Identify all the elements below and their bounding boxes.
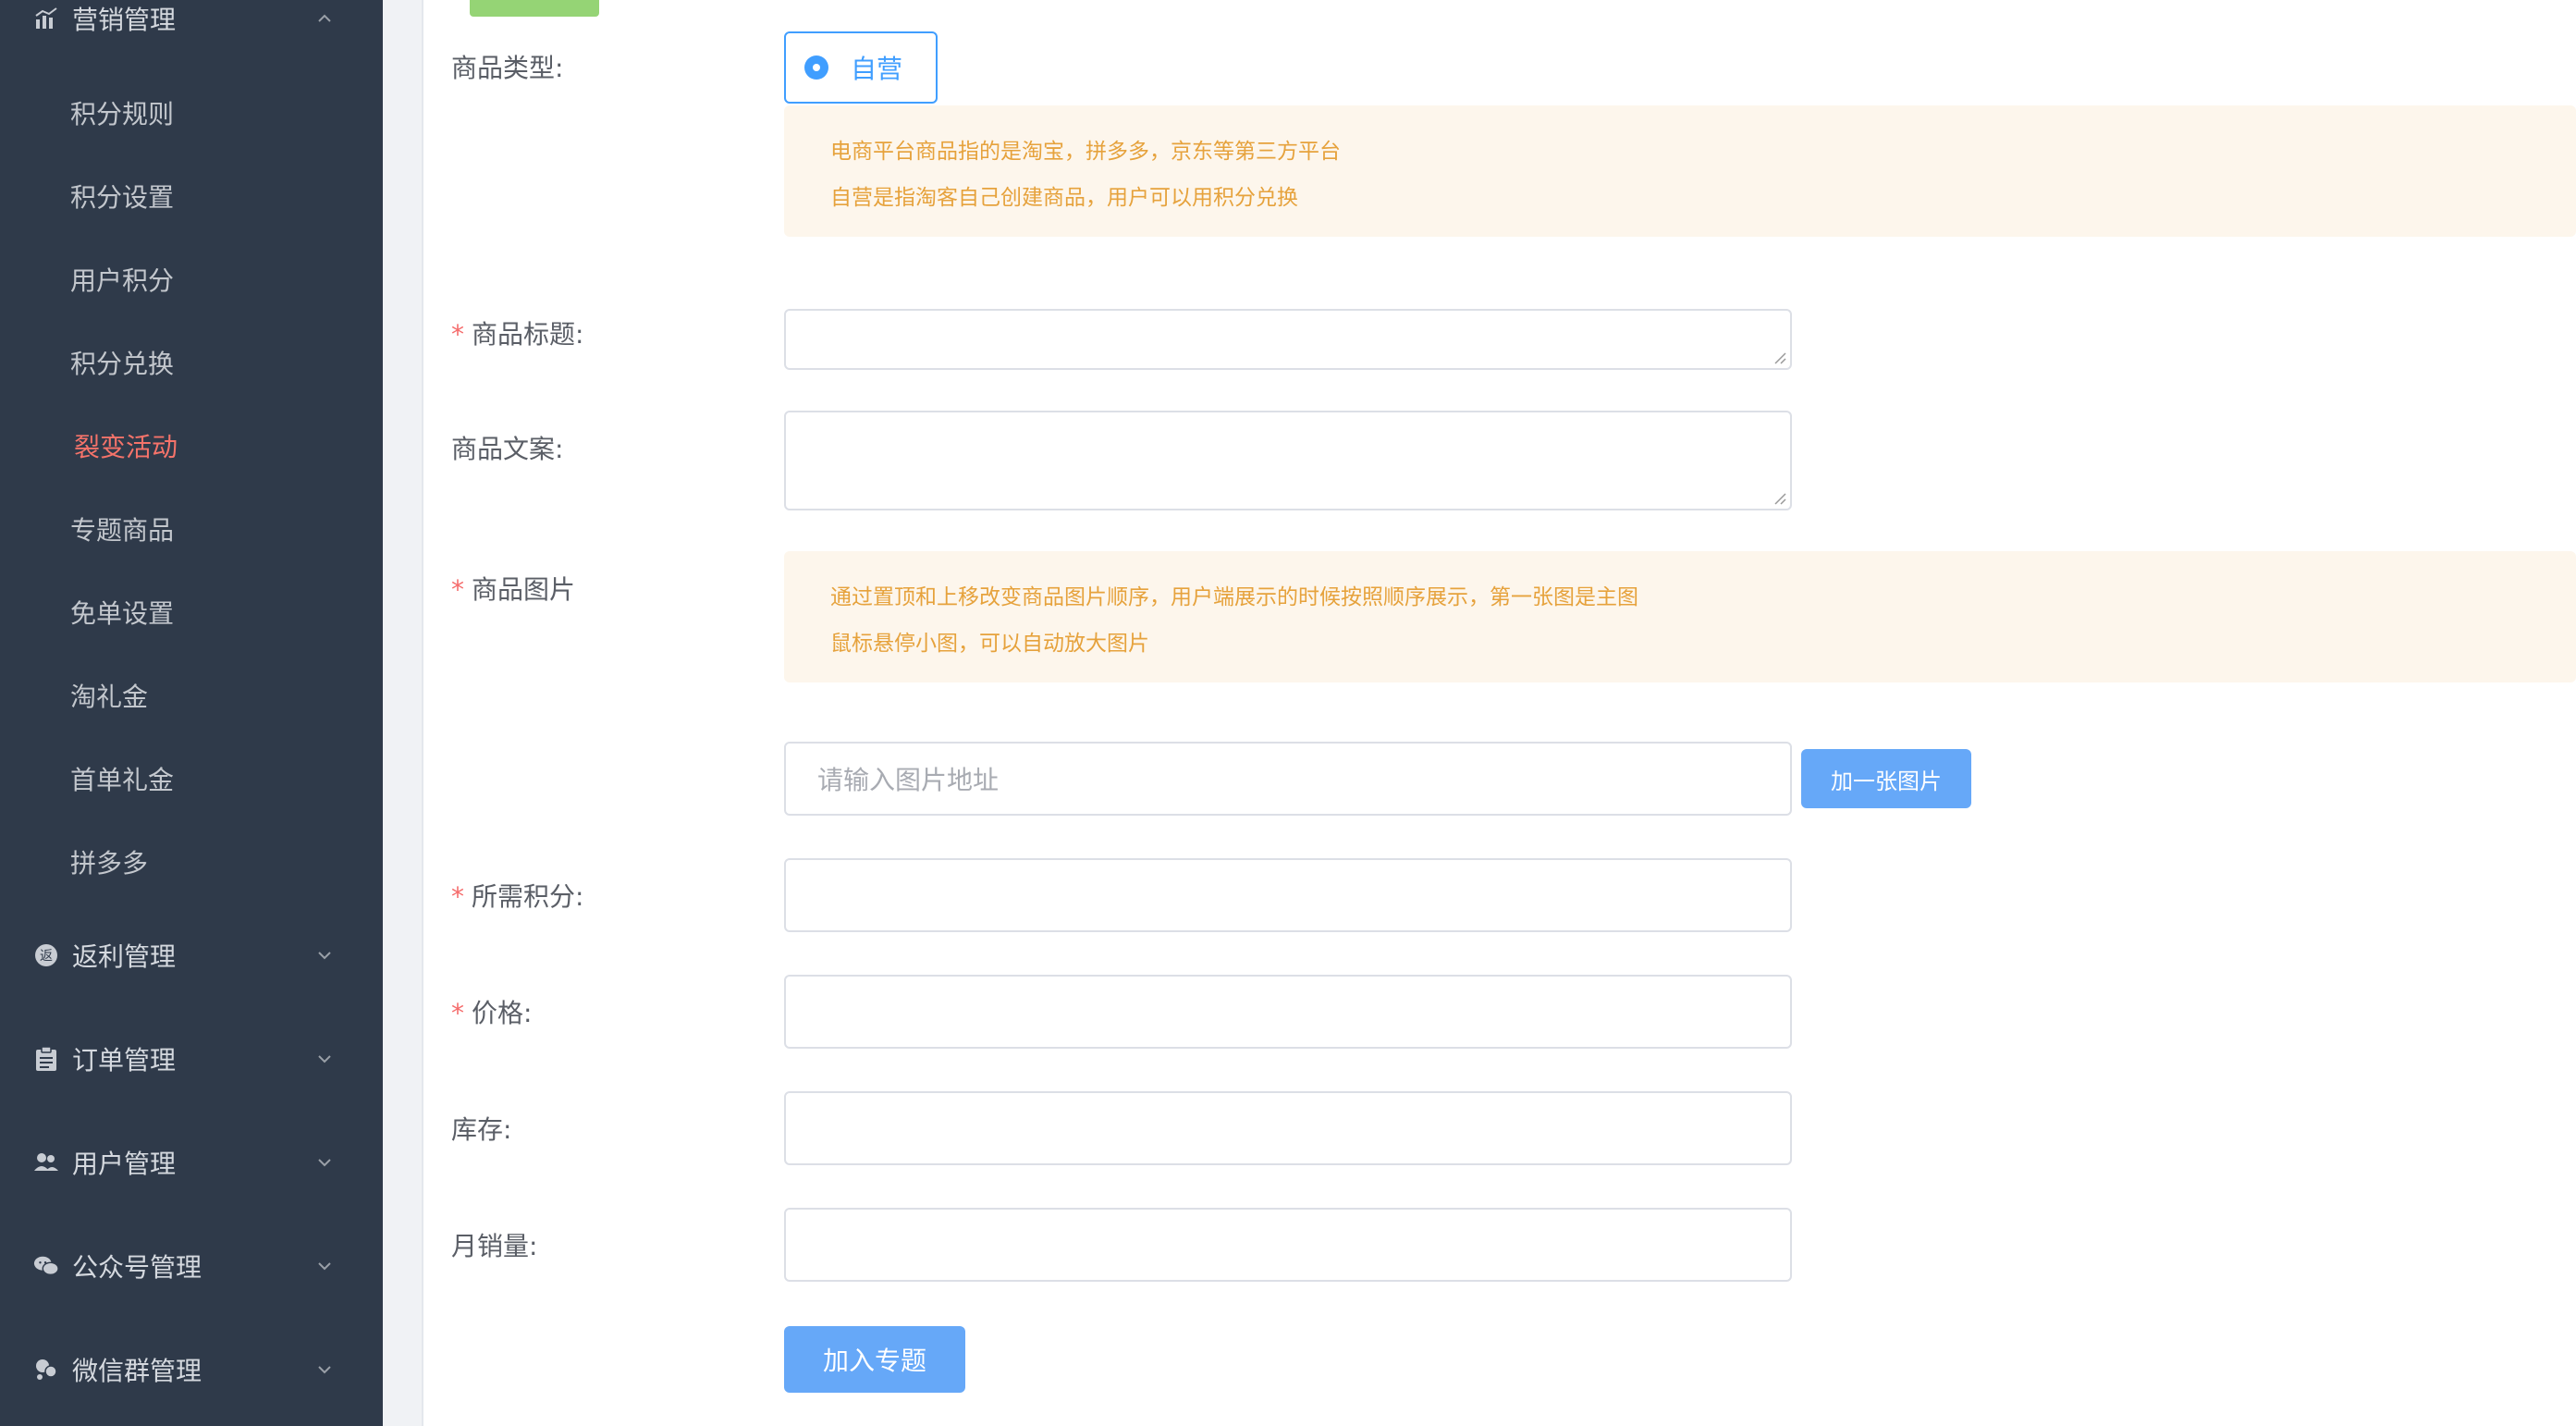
content-gutter xyxy=(383,0,422,1426)
sidebar-item-label: 拼多多 xyxy=(70,848,149,879)
sidebar-group-label: 返利管理 xyxy=(72,941,177,972)
sidebar-group-orders[interactable]: 订单管理 xyxy=(0,1031,383,1087)
label-text: 商品标题: xyxy=(472,319,584,350)
sidebar-group-marketing[interactable]: 营销管理 xyxy=(0,0,383,46)
sidebar-item-topic-products[interactable]: 专题商品 xyxy=(0,501,383,557)
sidebar-group-official-account[interactable]: 公众号管理 xyxy=(0,1238,383,1294)
sidebar-group-label: 用户管理 xyxy=(72,1149,177,1179)
chevron-down-icon xyxy=(314,1359,335,1380)
sidebar-group-users[interactable]: 用户管理 xyxy=(0,1135,383,1190)
notice-line: 鼠标悬停小图，可以自动放大图片 xyxy=(830,632,1149,656)
required-points-input[interactable] xyxy=(784,858,1792,932)
sidebar-item-tao-gift[interactable]: 淘礼金 xyxy=(0,668,383,723)
sidebar-item-label: 免单设置 xyxy=(70,598,175,629)
sidebar-group-label: 公众号管理 xyxy=(72,1252,202,1283)
stock-input[interactable] xyxy=(784,1091,1792,1165)
notice-line: 自营是指淘客自己创建商品，用户可以用积分兑换 xyxy=(830,186,1298,210)
sidebar-item-label: 首单礼金 xyxy=(70,765,175,795)
monthly-sales-input[interactable] xyxy=(784,1208,1792,1282)
input-placeholder: 请输入图片地址 xyxy=(817,765,1000,795)
radio-selected-icon xyxy=(804,55,828,80)
rebate-icon: 返 xyxy=(33,942,59,968)
sidebar-item-points-exchange[interactable]: 积分兑换 xyxy=(0,335,383,390)
sidebar-group-wechat-groups[interactable]: 微信群管理 xyxy=(0,1342,383,1397)
wechat-icon xyxy=(33,1253,59,1279)
chevron-down-icon xyxy=(314,945,335,965)
price-label: * 价格: xyxy=(451,993,532,1030)
stock-label: 库存: xyxy=(451,1114,512,1145)
sidebar-item-fission-activity[interactable]: 裂变活动 xyxy=(0,418,383,473)
label-text: 所需积分: xyxy=(472,881,584,912)
resize-handle-icon[interactable] xyxy=(1773,492,1786,505)
sidebar-item-points-rules[interactable]: 积分规则 xyxy=(0,85,383,141)
sidebar-item-label: 淘礼金 xyxy=(70,682,149,712)
sidebar-item-label: 用户积分 xyxy=(70,265,175,296)
add-image-button[interactable]: 加一张图片 xyxy=(1801,749,1971,808)
sidebar-item-label: 积分兑换 xyxy=(70,349,175,379)
notice-line: 电商平台商品指的是淘宝，拼多多，京东等第三方平台 xyxy=(830,140,1341,164)
image-url-input[interactable]: 请输入图片地址 xyxy=(784,742,1792,816)
sidebar-item-label: 裂变活动 xyxy=(74,432,178,462)
product-type-label: 商品类型: xyxy=(451,53,564,83)
label-text: 商品图片 xyxy=(472,574,576,605)
users-icon xyxy=(33,1149,59,1175)
add-to-topic-button[interactable]: 加入专题 xyxy=(784,1326,965,1393)
price-input[interactable] xyxy=(784,975,1792,1049)
product-copy-label: 商品文案: xyxy=(451,434,564,464)
chevron-down-icon xyxy=(314,1049,335,1069)
clipboard-icon xyxy=(33,1046,59,1072)
product-type-radio-self-operated[interactable]: 自营 xyxy=(784,31,938,104)
product-type-notice: 电商平台商品指的是淘宝，拼多多，京东等第三方平台 自营是指淘客自己创建商品，用户… xyxy=(784,105,2576,237)
product-image-notice: 通过置顶和上移改变商品图片顺序，用户端展示的时候按照顺序展示，第一张图是主图 鼠… xyxy=(784,551,2576,682)
label-text: 价格: xyxy=(472,998,533,1028)
notice-line: 通过置顶和上移改变商品图片顺序，用户端展示的时候按照顺序展示，第一张图是主图 xyxy=(830,585,1638,609)
sidebar-item-label: 专题商品 xyxy=(70,515,175,546)
required-mark: * xyxy=(451,574,464,605)
green-button-edge[interactable] xyxy=(470,0,599,17)
required-mark: * xyxy=(451,881,464,912)
sidebar-group-label: 微信群管理 xyxy=(72,1356,202,1386)
sidebar-item-pinduoduo[interactable]: 拼多多 xyxy=(0,834,383,890)
chevron-down-icon xyxy=(314,1256,335,1276)
product-image-label: * 商品图片 xyxy=(451,570,575,607)
sidebar-group-label: 订单管理 xyxy=(72,1045,177,1076)
chevron-down-icon xyxy=(314,1152,335,1173)
product-title-label: * 商品标题: xyxy=(451,314,583,351)
product-copy-textarea[interactable] xyxy=(784,411,1792,510)
svg-text:返: 返 xyxy=(40,949,53,964)
monthly-sales-label: 月销量: xyxy=(451,1231,538,1261)
radio-label: 自营 xyxy=(851,54,903,84)
chevron-up-icon xyxy=(314,8,335,29)
sidebar-group-label: 营销管理 xyxy=(72,5,177,35)
resize-handle-icon[interactable] xyxy=(1773,351,1786,364)
sidebar: 营销管理 积分规则 积分设置 用户积分 积分兑换 裂变活动 专题商品 免单设置 … xyxy=(0,0,383,1426)
sidebar-group-rebate[interactable]: 返 返利管理 xyxy=(0,928,383,983)
required-mark: * xyxy=(451,319,464,350)
required-mark: * xyxy=(451,998,464,1028)
required-points-label: * 所需积分: xyxy=(451,877,583,914)
sidebar-item-points-settings[interactable]: 积分设置 xyxy=(0,168,383,224)
sidebar-item-free-order-settings[interactable]: 免单设置 xyxy=(0,584,383,640)
chart-icon xyxy=(33,6,59,31)
sidebar-item-label: 积分规则 xyxy=(70,99,175,129)
group-chat-icon xyxy=(33,1357,59,1383)
sidebar-item-label: 积分设置 xyxy=(70,182,175,213)
product-title-textarea[interactable] xyxy=(784,309,1792,370)
sidebar-item-user-points[interactable]: 用户积分 xyxy=(0,252,383,307)
sidebar-item-first-order-gift[interactable]: 首单礼金 xyxy=(0,751,383,806)
